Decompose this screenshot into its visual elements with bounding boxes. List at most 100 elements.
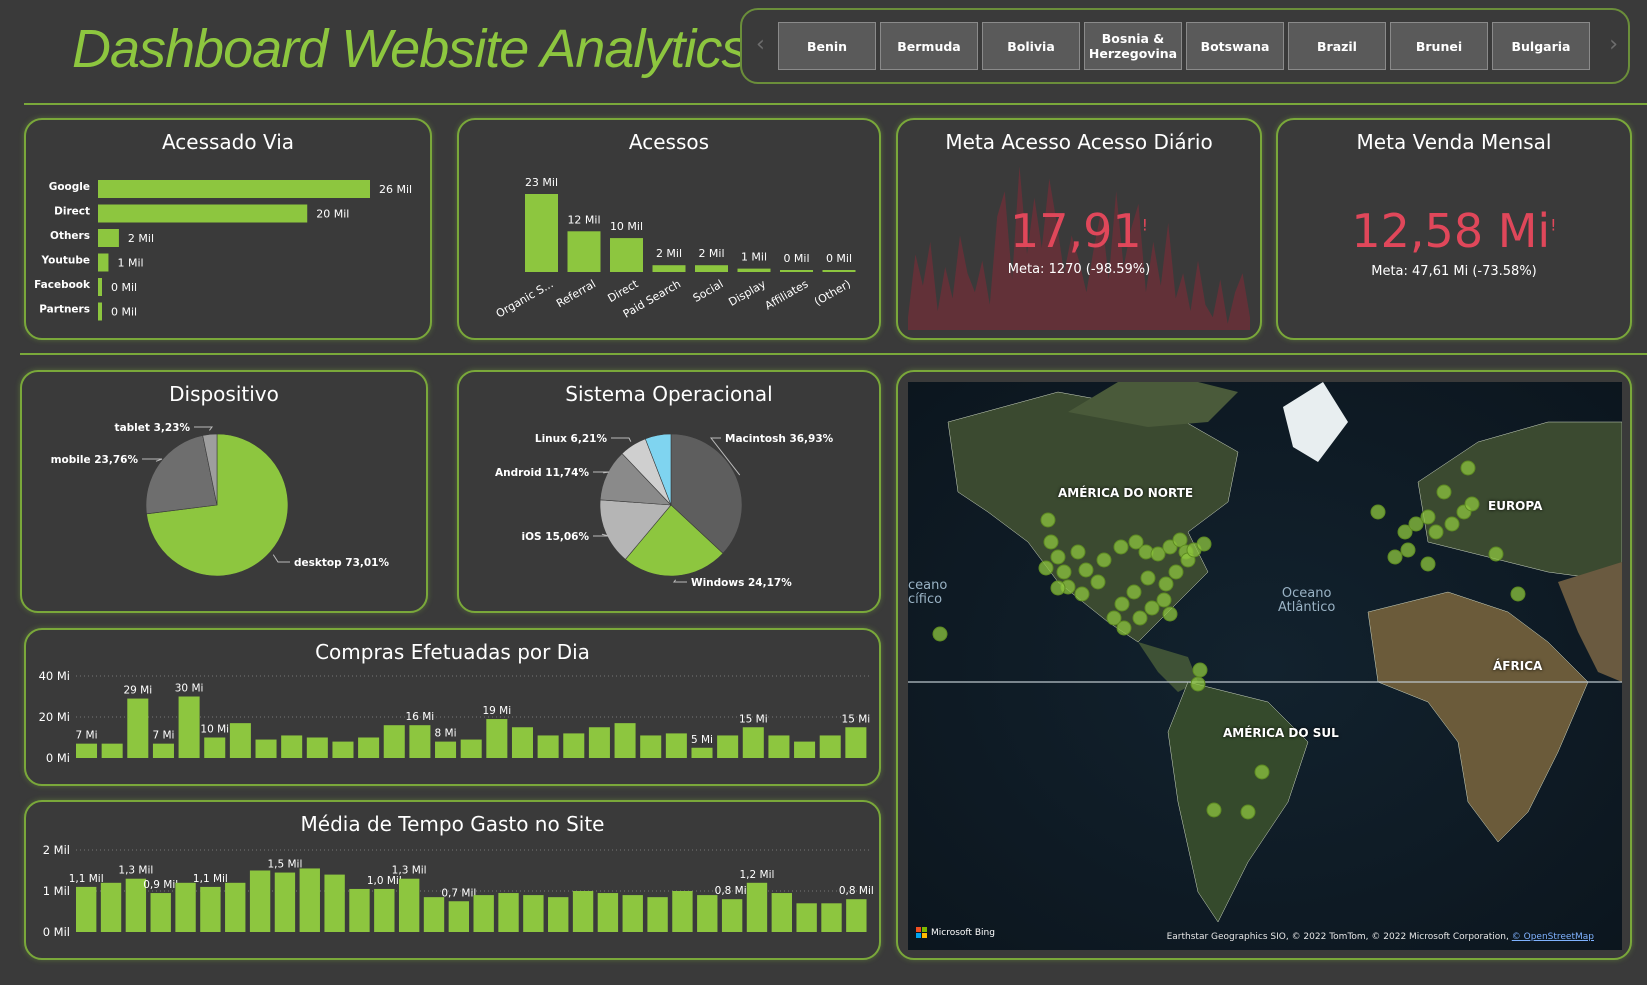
data-label: 1,1 Mil [193,873,228,885]
slicer-item[interactable]: Bosnia & Herzegovina [1084,22,1182,70]
slicer-item[interactable]: Bolivia [982,22,1080,70]
category-label: Others [50,230,90,242]
slice-label: iOS 15,06% [522,531,590,543]
chevron-left-icon[interactable]: ‹ [756,32,765,57]
map-point [1444,516,1460,532]
slicer-item[interactable]: Benin [778,22,876,70]
y-tick-label: 20 Mi [39,710,70,724]
category-label: Social [691,277,726,305]
map-point [1090,574,1106,590]
bar [768,735,790,758]
data-label: 2 Mil [128,232,154,245]
map-point [1043,534,1059,550]
slice-label: Windows 24,17% [691,577,792,589]
category-label: Facebook [34,279,91,291]
map-point [932,626,948,642]
alert-icon: ! [1141,215,1149,235]
bar [597,893,619,932]
slice-label: tablet 3,23% [115,422,191,434]
bar [274,872,296,932]
slicer-item[interactable]: Botswana [1186,22,1284,70]
map-point [1070,544,1086,560]
map-point [1132,610,1148,626]
data-label: 10 Mil [610,220,643,233]
data-label: 16 Mi [406,711,435,723]
card-tempo-gasto: Média de Tempo Gasto no Site 2 Mil 1 Mil 0… [24,800,881,960]
map-label-north-america: AMÉRICA DO NORTE [1058,486,1194,500]
map-label-atlantic: Oceano Atlântico [1278,586,1336,616]
map-point [1096,552,1112,568]
bar [821,903,842,932]
map-attribution: Earthstar Geographics SIO, © 2022 TomTom… [1166,932,1594,942]
bar [695,265,728,272]
map-point [1168,564,1184,580]
data-label: 1 Mil [741,251,767,264]
bar [398,878,420,932]
map-point [1040,512,1056,528]
data-label: 1,3 Mil [392,865,427,877]
map-point [1162,606,1178,622]
slice-label: Android 11,74% [495,467,589,479]
card-meta-acesso: Meta Acesso Acesso Diário 17,91! Meta: 1… [896,118,1262,340]
world-map[interactable]: AMÉRICA DO NORTE EUROPA ÁFRICA AMÉRICA D… [908,382,1622,950]
data-label: 15 Mi [739,713,768,725]
data-label: 0 Mil [783,252,809,265]
data-label: 0,8 Mil [839,885,874,897]
bar [563,733,585,758]
kpi-target: Meta: 1270 (-98.59%) [1007,262,1151,277]
bar [647,897,668,932]
data-label: 1,1 Mil [69,873,104,885]
map-point [1116,620,1132,636]
map-label-pacific: ceano cífico [908,578,948,608]
slicer-item[interactable]: Brunei [1390,22,1488,70]
tempo-gasto-chart: 2 Mil 1 Mil 0 Mil 1,1 Mil 1,3 Mil 0,9 Mil 1,1 … [43,843,874,939]
bar [349,888,370,932]
category-label: Affiliates [763,277,811,312]
bar [691,747,713,758]
map-point [1038,560,1054,576]
map-point [1464,496,1480,512]
bar [652,265,686,272]
y-tick-label: 40 Mi [39,669,70,683]
bar [845,727,867,758]
compras-dia-chart: 40 Mi 20 Mi 0 Mi 7 Mi 29 Mi 7 Mi 30 Mi 10 Mi 16 … [39,669,871,765]
bar [614,723,636,758]
data-label: 0 Mil [111,306,137,319]
slice-label: desktop 73,01% [294,557,389,569]
bar [127,698,149,758]
leader-line [672,579,687,583]
map-point [1050,580,1066,596]
slicer-item[interactable]: Bermuda [880,22,978,70]
data-label: 15 Mi [842,713,871,725]
map-label-south-america: AMÉRICA DO SUL [1223,726,1339,740]
bar [200,886,221,932]
chevron-right-icon[interactable]: › [1609,32,1618,57]
map-point [1436,484,1452,500]
bar [358,737,380,758]
slicer-item[interactable]: Brazil [1288,22,1386,70]
data-label: 1 Mil [117,257,143,270]
slicer-item[interactable]: Bulgaria [1492,22,1590,70]
slice-label: Macintosh 36,93% [725,433,834,445]
data-label: 0 Mil [826,252,852,265]
map-point [1114,596,1130,612]
data-label: 7 Mi [76,730,98,742]
map-point [1387,549,1403,565]
data-label: 7 Mi [152,730,174,742]
category-label: Organic S... [494,277,556,320]
bar [742,727,764,758]
data-label: 2 Mil [656,247,682,260]
leader-line [194,426,214,431]
bar [332,741,354,758]
map-point [1400,542,1416,558]
map-point [1050,549,1066,565]
data-label: 1,3 Mil [118,865,153,877]
category-label: Google [49,181,90,193]
map-point [1078,562,1094,578]
map-point [1156,592,1172,608]
data-label: 1,0 Mil [367,875,402,887]
openstreetmap-link[interactable]: © OpenStreetMap [1512,932,1594,942]
page-title: Dashboard Website Analytics [72,19,748,79]
bar [76,886,97,932]
bar [771,893,792,932]
